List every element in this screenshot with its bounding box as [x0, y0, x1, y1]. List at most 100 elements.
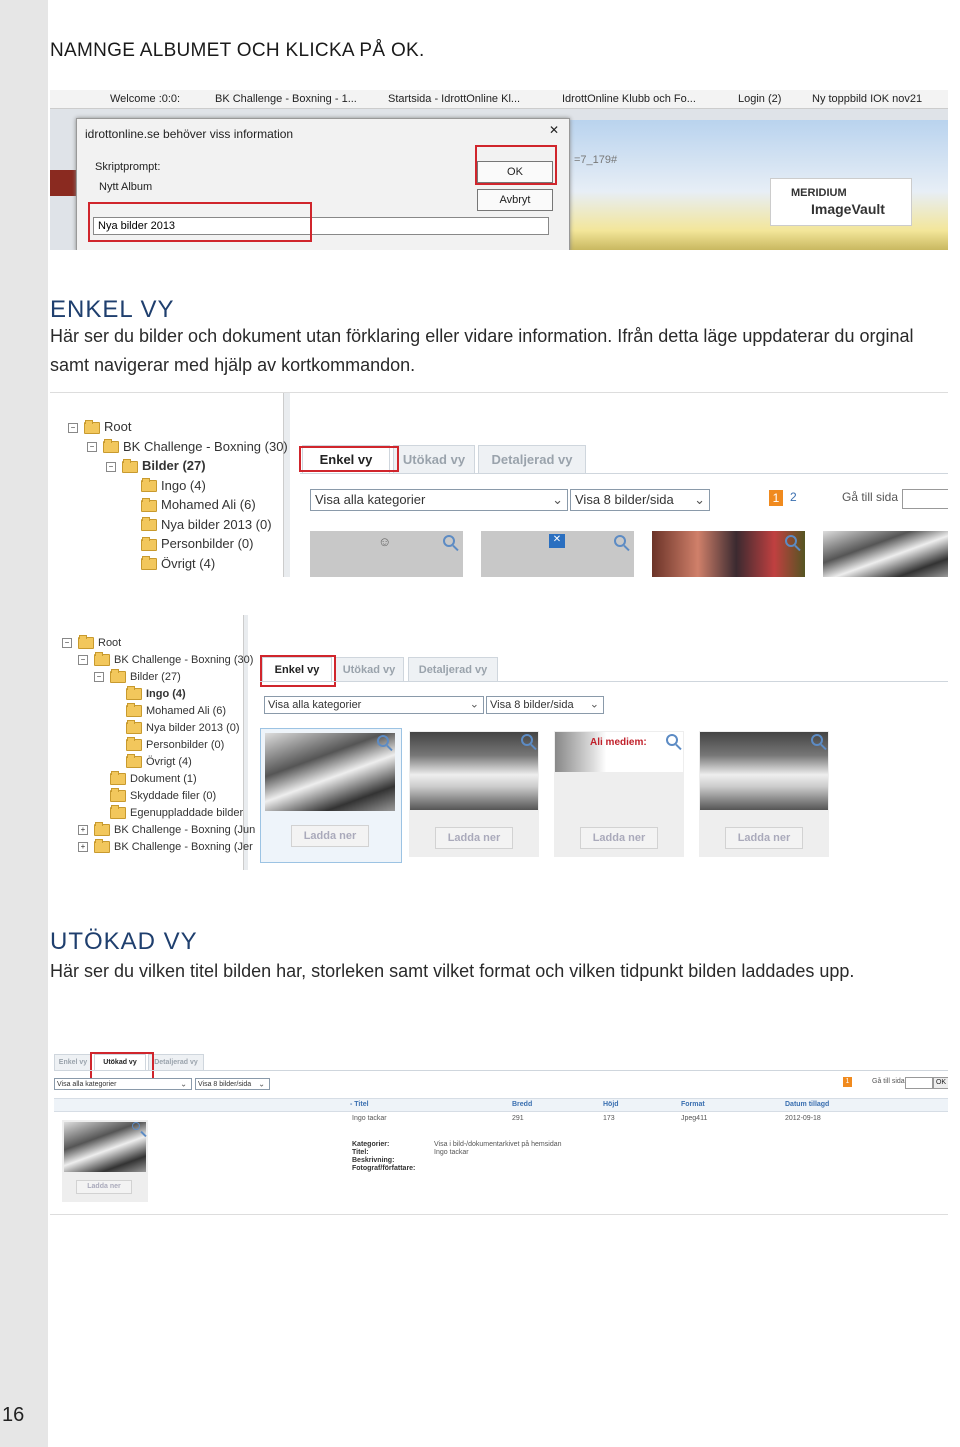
browser-tab-3[interactable]: Startsida - IdrottOnline Kl... — [388, 93, 520, 105]
tab-utokad[interactable]: Utökad vy — [334, 657, 404, 681]
tree-item[interactable]: − Bilder (27) — [94, 669, 181, 684]
page-1-link[interactable]: 1 — [843, 1077, 852, 1087]
download-button[interactable]: Ladda ner — [291, 825, 369, 847]
goto-page-input[interactable] — [905, 1077, 933, 1089]
per-page-select[interactable]: Visa 8 bilder/sida ⌄ — [195, 1078, 270, 1090]
collapse-icon[interactable]: − — [62, 638, 72, 649]
zoom-icon[interactable] — [666, 734, 678, 746]
collapse-icon[interactable]: − — [87, 442, 97, 453]
tree-item[interactable]: − BK Challenge - Boxning (30) — [78, 652, 253, 667]
zoom-icon[interactable] — [132, 1122, 140, 1130]
zoom-icon[interactable] — [443, 535, 455, 547]
tab-detaljerad[interactable]: Detaljerad vy — [148, 1054, 204, 1070]
utokad-heading: UTÖKAD VY — [50, 928, 198, 955]
folder-icon — [126, 754, 142, 769]
thumbnail[interactable]: ☺ — [310, 531, 463, 577]
column-header[interactable]: Höjd — [603, 1101, 619, 1108]
zoom-icon[interactable] — [377, 735, 389, 747]
folder-icon — [110, 669, 126, 684]
column-header[interactable]: Format — [681, 1101, 705, 1108]
browser-tab-6[interactable]: Ny toppbild IOK nov21 — [812, 93, 922, 105]
page-2-link[interactable]: 2 — [790, 490, 797, 504]
expand-icon[interactable]: + — [78, 825, 88, 836]
tree-item[interactable]: Egenuppladdade bilder — [94, 805, 243, 820]
zoom-icon[interactable] — [521, 734, 533, 746]
close-icon[interactable]: ✕ — [549, 123, 559, 137]
thumbnail[interactable]: ✕ — [481, 531, 634, 577]
thumb-card[interactable]: Ladda ner — [409, 731, 539, 857]
tree-item[interactable]: Ingo (4) — [125, 478, 206, 493]
tree-item[interactable]: Övrigt (4) — [125, 556, 215, 571]
column-header[interactable]: Bredd — [512, 1101, 532, 1108]
folder-icon — [84, 419, 100, 434]
tree-item[interactable]: − Root — [68, 419, 131, 434]
thumb-image[interactable] — [265, 733, 395, 811]
browser-tab-5[interactable]: Login (2) — [738, 93, 781, 105]
zoom-icon[interactable] — [811, 734, 823, 746]
category-select[interactable]: Visa alla kategorier ⌄ — [310, 489, 568, 511]
thumbnail[interactable] — [652, 531, 805, 577]
column-header[interactable]: - Titel — [350, 1101, 369, 1108]
thumb-card[interactable]: Ladda ner — [260, 728, 402, 863]
tree-item[interactable]: + BK Challenge - Boxning (Jun — [78, 822, 255, 837]
tree-item[interactable]: − Root — [62, 635, 121, 650]
chevron-down-icon: ⌄ — [552, 492, 563, 507]
tree-item[interactable]: Ingo (4) — [110, 686, 186, 701]
tree-item[interactable]: Övrigt (4) — [110, 754, 192, 769]
thumb-card[interactable]: Ladda ner — [699, 731, 829, 857]
tab-detaljerad[interactable]: Detaljerad vy — [408, 657, 498, 681]
tree-item[interactable]: Skyddade filer (0) — [94, 788, 217, 803]
tree-item[interactable]: − BK Challenge - Boxning (30) — [87, 439, 288, 454]
goto-page-input[interactable] — [902, 489, 948, 509]
browser-tab-4[interactable]: IdrottOnline Klubb och Fo... — [562, 93, 696, 105]
tree-item-label: BK Challenge - Boxning (Jer — [114, 841, 253, 853]
thumbnail[interactable] — [823, 531, 948, 577]
zoom-icon[interactable] — [785, 535, 797, 547]
tree-item-label: Bilder (27) — [142, 458, 206, 473]
cancel-button[interactable]: Avbryt — [477, 189, 553, 211]
column-header[interactable]: Datum tillagd — [785, 1101, 829, 1108]
tree-item[interactable]: Personbilder (0) — [110, 737, 224, 752]
collapse-icon[interactable]: − — [106, 461, 116, 472]
per-page-select[interactable]: Visa 8 bilder/sida ⌄ — [486, 696, 604, 714]
download-button[interactable]: Ladda ner — [76, 1180, 132, 1194]
per-page-select[interactable]: Visa 8 bilder/sida ⌄ — [570, 489, 710, 511]
tree-item-label: Skyddade filer (0) — [130, 790, 217, 802]
download-button[interactable]: Ladda ner — [435, 827, 513, 849]
zoom-icon[interactable] — [614, 535, 626, 547]
folder-icon — [126, 703, 142, 718]
tree-item[interactable]: + BK Challenge - Boxning (Jer — [78, 839, 253, 854]
tree-item[interactable]: Personbilder (0) — [125, 536, 254, 551]
tab-detaljerad[interactable]: Detaljerad vy — [478, 445, 586, 473]
tree-item[interactable]: Dokument (1) — [94, 771, 197, 786]
thumb-card[interactable]: Ladda ner — [62, 1120, 148, 1202]
collapse-icon[interactable]: − — [94, 672, 104, 683]
category-select[interactable]: Visa alla kategorier ⌄ — [54, 1078, 192, 1090]
tree-item-label: Mohamed Ali (6) — [161, 497, 256, 512]
browser-tab-2[interactable]: BK Challenge - Boxning - 1... — [215, 93, 357, 105]
folder-icon — [126, 720, 142, 735]
collapse-icon[interactable]: − — [68, 422, 78, 433]
tab-utokad[interactable]: Utökad vy — [393, 445, 475, 473]
tree-item[interactable]: Mohamed Ali (6) — [110, 703, 226, 718]
tab-enkel[interactable]: Enkel vy — [54, 1054, 92, 1070]
tree-item[interactable]: Mohamed Ali (6) — [125, 497, 256, 512]
download-button[interactable]: Ladda ner — [725, 827, 803, 849]
meridium-logo: MERIDIUM ImageVault — [770, 178, 912, 226]
goto-ok-button[interactable]: OK — [933, 1077, 948, 1089]
browser-tab-1[interactable]: Welcome :0:0: — [110, 93, 180, 105]
meta-values: Visa i bild-/dokumentarkivet på hemsidan… — [434, 1141, 562, 1156]
collapse-icon[interactable]: − — [78, 655, 88, 666]
category-select[interactable]: Visa alla kategorier ⌄ — [264, 696, 484, 714]
thumb-image[interactable] — [410, 732, 538, 810]
page-1-link[interactable]: 1 — [769, 490, 783, 506]
tree-item[interactable]: Nya bilder 2013 (0) — [125, 517, 272, 532]
tree-item[interactable]: − Bilder (27) — [106, 458, 206, 473]
folder-icon — [141, 478, 157, 493]
download-button[interactable]: Ladda ner — [580, 827, 658, 849]
expand-icon[interactable]: + — [78, 842, 88, 853]
tree-item[interactable]: Nya bilder 2013 (0) — [110, 720, 240, 735]
thumb-card[interactable]: Ali mediem: Ladda ner — [554, 731, 684, 857]
thumb-image[interactable] — [700, 732, 828, 810]
folder-icon — [110, 771, 126, 786]
